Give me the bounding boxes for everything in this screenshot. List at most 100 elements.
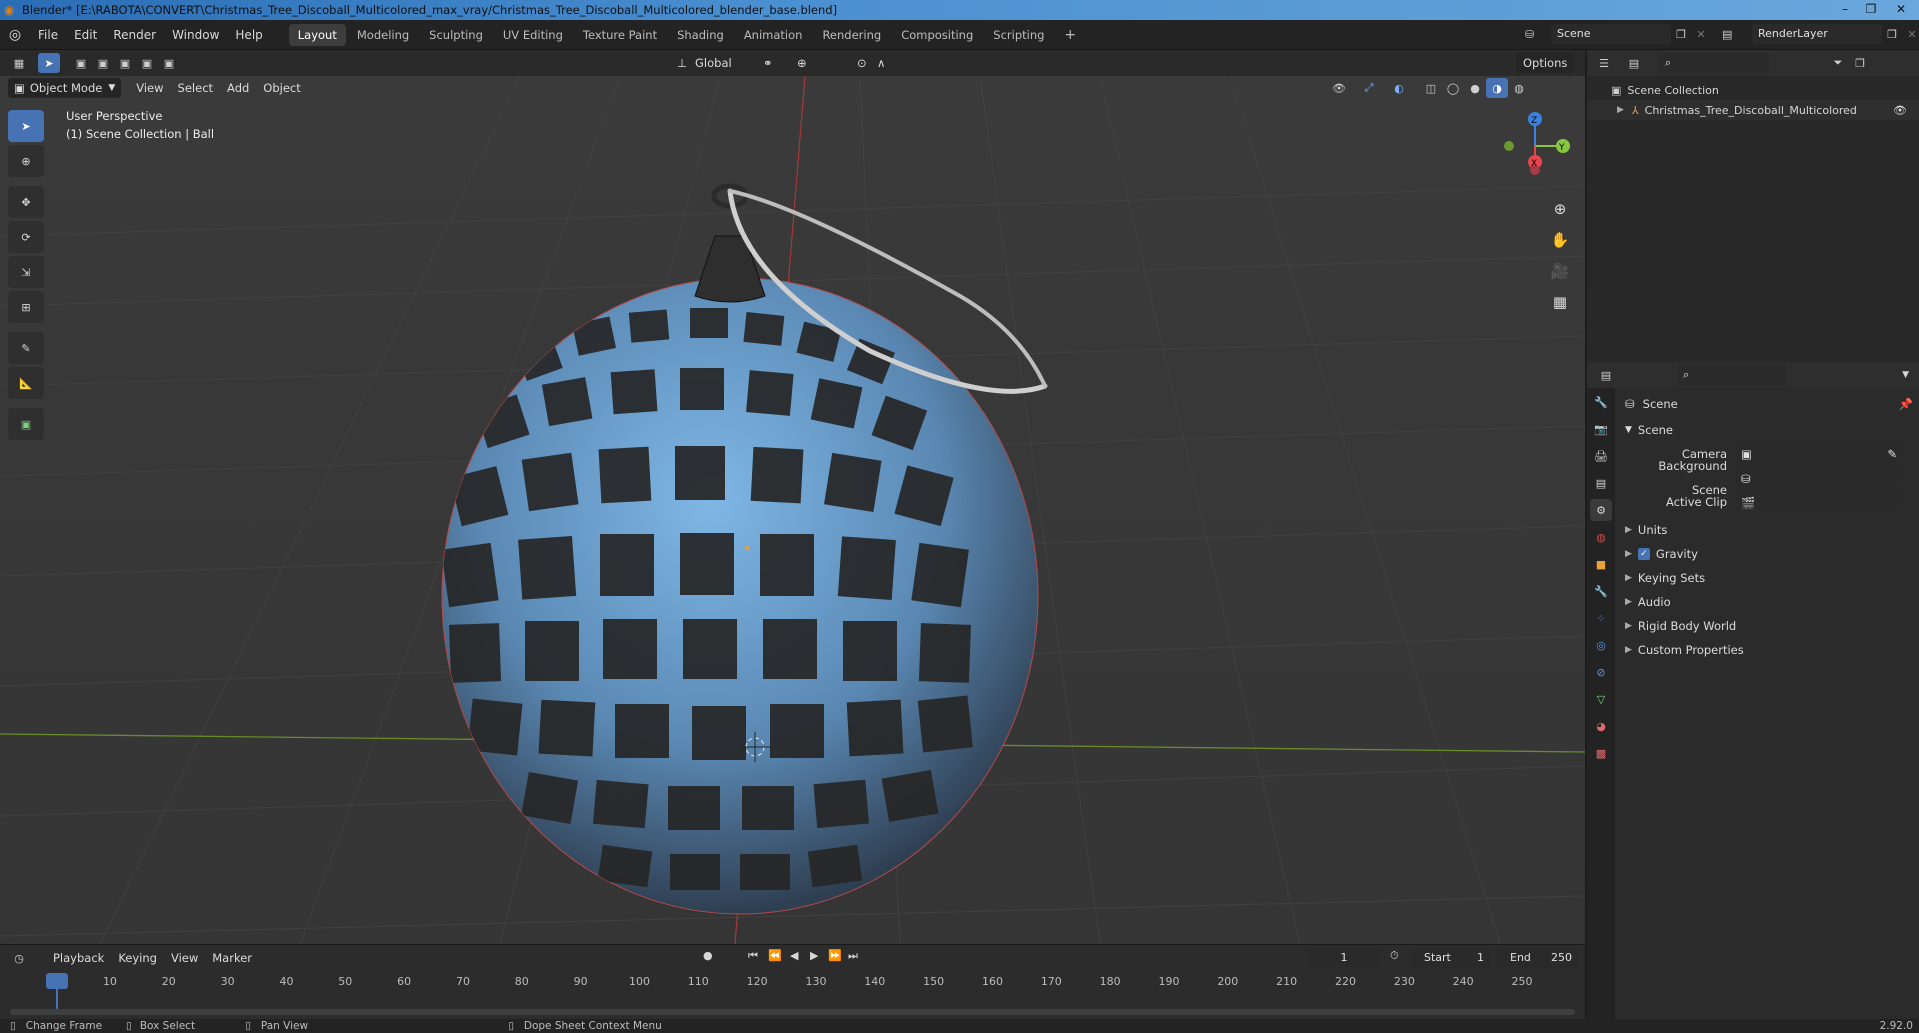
menu-help[interactable]: Help: [227, 24, 270, 46]
orientation-dropdown[interactable]: Global: [688, 53, 739, 73]
measure-tool-icon[interactable]: 📐: [8, 367, 44, 399]
material-shading-icon[interactable]: ◑: [1486, 78, 1508, 98]
scene-icon[interactable]: ⛁: [1525, 28, 1551, 41]
outliner-editor-type-icon[interactable]: ☰: [1593, 53, 1615, 73]
panel-custom-properties[interactable]: ▶ Custom Properties: [1625, 638, 1915, 662]
select-tool-icon[interactable]: ➤: [38, 53, 60, 73]
pin-icon[interactable]: 📌: [1899, 392, 1913, 416]
tab-sculpting[interactable]: Sculpting: [420, 24, 492, 46]
menu-select[interactable]: Select: [171, 78, 220, 98]
tab-compositing[interactable]: Compositing: [892, 24, 982, 46]
pan-hand-icon[interactable]: ✋: [1548, 225, 1572, 256]
expand-arrow-icon[interactable]: ▶: [1617, 105, 1624, 115]
transform-tool-icon[interactable]: ⊞: [8, 291, 44, 323]
tool-tab-icon[interactable]: 🔧: [1590, 391, 1612, 413]
panel-gravity[interactable]: ▶ ✓ Gravity: [1625, 542, 1915, 566]
filter-icon[interactable]: ⏷: [1827, 53, 1849, 73]
3d-viewport[interactable]: ▣ Object Mode ▼ View Select Add Object 👁…: [0, 76, 1585, 944]
outliner-search-input[interactable]: ⌕: [1659, 53, 1769, 73]
maximize-button[interactable]: ❐: [1856, 0, 1886, 20]
menu-add[interactable]: Add: [220, 78, 256, 98]
rendered-shading-icon[interactable]: ◍: [1508, 78, 1530, 98]
particles-tab-icon[interactable]: ⁘: [1590, 607, 1612, 629]
scene-field[interactable]: Scene: [1551, 24, 1671, 44]
pivot-icon[interactable]: ⚭: [756, 53, 780, 73]
annotate-tool-icon[interactable]: ✎: [8, 332, 44, 364]
delete-layer-icon[interactable]: ✕: [1902, 28, 1919, 41]
view-layer-icon[interactable]: ▤: [1722, 28, 1752, 41]
perspective-toggle-icon[interactable]: ▦: [1548, 287, 1572, 318]
outliner-row-object[interactable]: ▶ ⅄ Christmas_Tree_Discoball_Multicolore…: [1587, 100, 1919, 120]
select-mode-subtract-icon[interactable]: ▣: [114, 53, 136, 73]
chevron-down-icon[interactable]: ▼: [1902, 370, 1909, 380]
playhead[interactable]: [46, 973, 68, 989]
tab-scripting[interactable]: Scripting: [984, 24, 1053, 46]
output-tab-icon[interactable]: 🖨: [1590, 445, 1612, 467]
move-tool-icon[interactable]: ✥: [8, 186, 44, 218]
select-mode-new-icon[interactable]: ▣: [70, 53, 92, 73]
cursor-tool-icon[interactable]: ⊕: [8, 145, 44, 177]
tab-animation[interactable]: Animation: [735, 24, 812, 46]
scene-panel-header[interactable]: ▼ Scene: [1625, 418, 1915, 442]
menu-window[interactable]: Window: [164, 24, 227, 46]
world-tab-icon[interactable]: ◍: [1590, 526, 1612, 548]
tab-uv-editing[interactable]: UV Editing: [494, 24, 572, 46]
modifier-tab-icon[interactable]: 🔧: [1590, 580, 1612, 602]
visibility-icon[interactable]: 👁: [1328, 78, 1350, 98]
camera-view-icon[interactable]: 🎥: [1548, 256, 1572, 287]
panel-rigid-body-world[interactable]: ▶ Rigid Body World: [1625, 614, 1915, 638]
falloff-icon[interactable]: ∧: [870, 53, 892, 73]
material-tab-icon[interactable]: ◕: [1590, 715, 1612, 737]
editor-type-icon[interactable]: ▦: [8, 53, 30, 73]
menu-edit[interactable]: Edit: [66, 24, 105, 46]
panel-audio[interactable]: ▶ Audio: [1625, 590, 1915, 614]
camera-field[interactable]: ▣ ✎: [1735, 445, 1903, 463]
constraints-tab-icon[interactable]: ⊘: [1590, 661, 1612, 683]
outliner-row-scene-collection[interactable]: ▣ Scene Collection: [1587, 80, 1919, 100]
properties-search-input[interactable]: ⌕: [1677, 365, 1787, 385]
menu-render[interactable]: Render: [105, 24, 164, 46]
object-tab-icon[interactable]: ■: [1590, 553, 1612, 575]
viewport-canvas[interactable]: [0, 76, 1585, 944]
object-mode-dropdown[interactable]: ▣ Object Mode ▼: [8, 78, 122, 98]
wireframe-shading-icon[interactable]: ◯: [1442, 78, 1464, 98]
new-scene-icon[interactable]: ❐: [1671, 28, 1691, 41]
gizmo-toggle-icon[interactable]: ⤢: [1358, 78, 1380, 98]
new-layer-icon[interactable]: ❐: [1882, 28, 1902, 41]
panel-units[interactable]: ▶ Units: [1625, 518, 1915, 542]
blender-menu-icon[interactable]: ◎: [0, 27, 30, 43]
delete-scene-icon[interactable]: ✕: [1691, 28, 1711, 41]
eyedropper-icon[interactable]: ✎: [1887, 444, 1897, 464]
panel-keying-sets[interactable]: ▶ Keying Sets: [1625, 566, 1915, 590]
select-mode-intersect-icon[interactable]: ▣: [158, 53, 180, 73]
options-dropdown[interactable]: Options: [1516, 53, 1575, 73]
solid-shading-icon[interactable]: ●: [1464, 78, 1486, 98]
menu-object[interactable]: Object: [256, 78, 307, 98]
render-tab-icon[interactable]: 📷: [1590, 418, 1612, 440]
visibility-eye-icon[interactable]: 👁: [1893, 104, 1907, 117]
menu-file[interactable]: File: [30, 24, 66, 46]
navigation-gizmo[interactable]: Z Y X: [1480, 96, 1580, 196]
rotate-tool-icon[interactable]: ⟳: [8, 221, 44, 253]
data-tab-icon[interactable]: ▽: [1590, 688, 1612, 710]
new-collection-icon[interactable]: ❐: [1849, 53, 1871, 73]
tab-texture-paint[interactable]: Texture Paint: [574, 24, 666, 46]
select-box-tool-icon[interactable]: ➤: [8, 110, 44, 142]
snap-icon[interactable]: ⊕: [790, 53, 814, 73]
active-clip-field[interactable]: 🎬: [1735, 493, 1903, 511]
add-cube-tool-icon[interactable]: ▣: [8, 408, 44, 440]
scene-tab-icon[interactable]: ⚙: [1590, 499, 1612, 521]
xray-toggle-icon[interactable]: ◫: [1420, 78, 1442, 98]
gravity-checkbox[interactable]: ✓: [1637, 548, 1650, 560]
properties-editor-type-icon[interactable]: ▤: [1595, 365, 1617, 385]
tab-layout[interactable]: Layout: [288, 23, 346, 46]
tab-rendering[interactable]: Rendering: [813, 24, 890, 46]
view-layer-tab-icon[interactable]: ▤: [1590, 472, 1612, 494]
tab-modeling[interactable]: Modeling: [348, 24, 418, 46]
select-mode-invert-icon[interactable]: ▣: [136, 53, 158, 73]
tab-shading[interactable]: Shading: [668, 24, 733, 46]
close-button[interactable]: ✕: [1886, 0, 1916, 20]
timeline-scrollbar[interactable]: [10, 1009, 1575, 1015]
physics-tab-icon[interactable]: ◎: [1590, 634, 1612, 656]
texture-tab-icon[interactable]: ▩: [1590, 742, 1612, 764]
